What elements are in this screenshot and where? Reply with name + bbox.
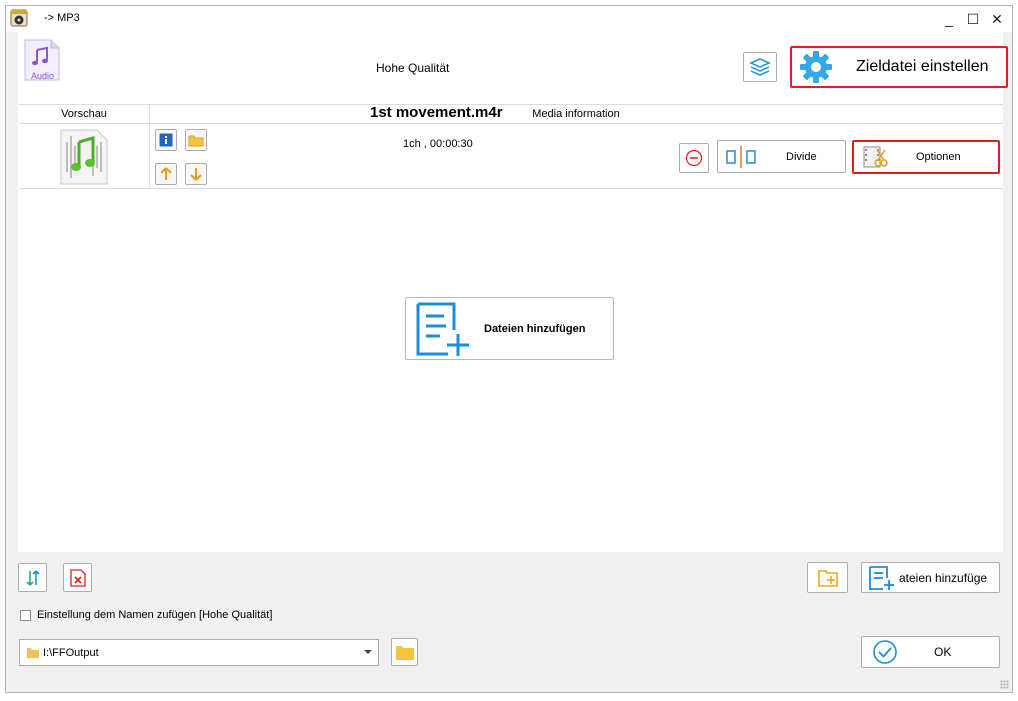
audio-profile-icon[interactable]: Audio [23, 38, 61, 82]
open-folder-button[interactable] [185, 129, 207, 151]
delete-file-icon [69, 568, 86, 587]
target-settings-button[interactable]: Zieldatei einstellen [790, 46, 1008, 88]
add-file-icon [869, 565, 894, 590]
layers-button[interactable] [743, 52, 777, 82]
minus-circle-icon [685, 149, 703, 167]
folder-icon [27, 648, 39, 658]
music-file-thumbnail-icon [60, 129, 108, 185]
info-icon [159, 133, 173, 147]
folder-icon [188, 135, 204, 147]
title-bar: -> MP3 _ ☐ ✕ [6, 6, 1012, 32]
add-folder-icon [817, 569, 838, 587]
column-header-preview[interactable]: Vorschau [19, 105, 150, 123]
divide-icon [726, 145, 756, 168]
add-file-icon [416, 302, 469, 356]
add-files-small-button[interactable]: ateien hinzufüge [861, 562, 1000, 593]
audio-icon-label: Audio [31, 71, 55, 81]
add-files-label: Dateien hinzufügen [484, 322, 586, 335]
append-setting-checkbox[interactable] [20, 610, 31, 621]
clear-list-button[interactable] [63, 563, 92, 592]
info-button[interactable] [155, 129, 177, 151]
arrow-up-icon [160, 167, 172, 180]
table-row[interactable]: Divide Optionen [19, 124, 1003, 189]
column-separator [149, 124, 150, 188]
options-button[interactable]: Optionen [852, 140, 1000, 174]
grid-header: Vorschau Media information [19, 104, 1003, 124]
add-files-button[interactable]: Dateien hinzufügen [405, 297, 614, 360]
quality-label: Hohe Qualität [376, 61, 450, 75]
layers-icon [749, 58, 771, 76]
divide-button[interactable]: Divide [717, 140, 846, 173]
minimize-button[interactable]: _ [940, 10, 958, 28]
ok-label: OK [934, 645, 952, 659]
output-path-select[interactable]: I:\FFOutput [19, 639, 379, 666]
add-files-small-label: ateien hinzufüge [899, 570, 988, 585]
remove-button[interactable] [679, 143, 709, 173]
add-folder-button[interactable] [807, 562, 848, 593]
ok-button[interactable]: OK [861, 636, 1000, 668]
options-film-scissors-icon [863, 146, 888, 168]
check-circle-icon [873, 640, 897, 664]
file-name: 1st movement.m4r [370, 104, 503, 121]
target-settings-label: Zieldatei einstellen [856, 58, 989, 75]
arrow-down-icon [190, 168, 202, 181]
browse-folder-button[interactable] [391, 638, 418, 666]
move-up-button[interactable] [155, 163, 177, 185]
dialog-window: -> MP3 _ ☐ ✕ Audio Hohe Qualität Zieldat… [5, 5, 1013, 693]
output-path-value: I:\FFOutput [43, 647, 99, 659]
chevron-down-icon[interactable] [364, 650, 372, 654]
file-meta: 1ch , 00:00:30 [403, 138, 473, 150]
sort-arrows-icon [25, 569, 40, 586]
options-label: Optionen [916, 151, 961, 163]
window-title: -> MP3 [44, 12, 80, 24]
folder-icon [395, 645, 414, 660]
sort-button[interactable] [18, 563, 47, 592]
append-setting-label: Einstellung dem Namen zufügen [Hohe Qual… [37, 609, 273, 621]
app-icon [10, 9, 28, 27]
main-panel: Audio Hohe Qualität Zieldatei einstellen… [18, 32, 1008, 552]
gear-icon [800, 51, 832, 83]
resize-grip[interactable] [1000, 680, 1009, 689]
column-header-media-info[interactable]: Media information [149, 105, 1003, 123]
move-down-button[interactable] [185, 163, 207, 185]
divide-label: Divide [786, 150, 817, 163]
maximize-button[interactable]: ☐ [964, 10, 982, 28]
close-button[interactable]: ✕ [988, 10, 1006, 28]
